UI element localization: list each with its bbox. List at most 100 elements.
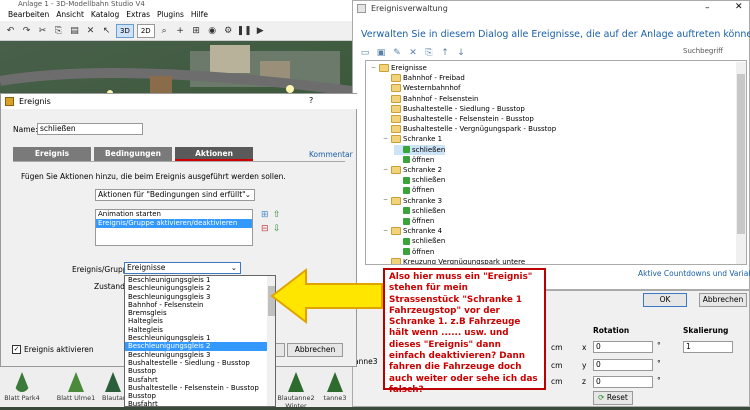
new-event-icon[interactable]: ▭ [359,47,371,59]
list-item[interactable]: Animation starten [96,210,252,219]
cursor-icon[interactable]: ↖ [100,24,113,38]
tree-item[interactable]: − Schranke 2 [382,165,442,175]
dropdown-option[interactable]: Beschleunigungsgleis 2 [125,284,275,292]
action-list[interactable]: Animation starten Ereignis/Gruppe aktivi… [95,209,253,246]
move-down-icon[interactable]: ↓ [455,47,467,59]
ok-button[interactable]: OK [643,293,687,307]
move-up-icon[interactable]: ↑ [439,47,451,59]
reset-button[interactable]: ⟳ Reset [593,391,633,405]
tree-item[interactable]: − Schranke 4 [382,226,442,236]
dropdown-option[interactable]: Bahnhof - Felsenstein [125,301,275,309]
event-tree[interactable]: − Ereignisse Bahnhof - Freibad Westernbahnh… [365,60,747,265]
paste-icon[interactable]: ▤ [68,24,81,38]
cancel-button[interactable]: Abbrechen [287,343,343,357]
new-folder-icon[interactable]: ▣ [375,47,387,59]
add-icon[interactable]: + [174,24,187,38]
close-icon[interactable]: ✕ [735,2,743,12]
remove-action-icon[interactable]: ⊟ [261,224,269,234]
dropdown-option[interactable]: Beschleunigungsgleis 1 [125,334,275,342]
tree-item[interactable]: Bahnhof - Felsenstein [382,94,479,104]
tree-item[interactable]: Kreuzung Vergnügungspark untere [382,257,525,264]
dropdown-option[interactable]: Haltegleis [125,326,275,334]
checkbox-box[interactable]: ✓ [12,345,21,354]
redo-icon[interactable]: ↷ [20,24,33,38]
dropdown-option[interactable]: Beschleunigungsgleis 3 [125,351,275,359]
list-item[interactable]: Ereignis/Gruppe aktivieren/deaktivieren [96,219,252,228]
undo-icon[interactable]: ↶ [4,24,17,38]
collapse-icon[interactable]: − [382,166,389,174]
play-icon[interactable]: ▶ [254,24,267,38]
menu-extras[interactable]: Extras [126,9,150,21]
collapse-icon[interactable]: − [370,64,377,72]
delete-event-icon[interactable]: ✕ [407,47,419,59]
action-trigger-select[interactable]: Aktionen für "Bedingungen sind erfüllt" ⌄ [95,189,255,201]
cut-icon[interactable]: ✂ [36,24,49,38]
settings-icon[interactable]: ⚙ [222,24,235,38]
tree-item[interactable]: Bahnhof - Freibad [382,73,465,83]
view-2d-button[interactable]: 2D [136,23,155,38]
tree-item[interactable]: öffnen [394,185,434,195]
catalog-item[interactable]: Blautanne2 Winter [276,366,316,410]
view-3d-button[interactable]: 3D [116,23,134,38]
tree-item[interactable]: Bushaltestelle - Felsenstein - Busstop [382,114,534,124]
rotation-x-input[interactable]: 0 [593,341,653,353]
tree-item[interactable]: − Schranke 3 [382,196,442,206]
copy-icon[interactable]: ⎘ [52,24,65,38]
menu-plugins[interactable]: Plugins [157,9,184,21]
collapse-icon[interactable]: − [382,197,389,204]
name-input[interactable]: schließen [37,123,143,135]
add-action-icon[interactable]: ⊞ [261,210,269,220]
track-icon[interactable]: ⊞ [190,24,203,38]
rotation-y-input[interactable]: 0 [593,359,653,371]
catalog-item[interactable]: Blautann [102,366,131,408]
dropdown-option[interactable]: Busfahrt [125,400,275,406]
dropdown-option[interactable]: Beschleunigungsgleis 1 [125,276,275,284]
collapse-icon[interactable]: − [382,227,389,235]
copy-event-icon[interactable]: ⎘ [423,47,435,59]
catalog-item[interactable]: Blatt Ulme1 [56,366,96,408]
collapse-icon[interactable]: − [382,135,389,143]
delete-icon[interactable]: ✕ [84,24,97,38]
menu-hilfe[interactable]: Hilfe [191,9,208,21]
dropdown-option[interactable]: Busfahrt [125,376,275,384]
move-up-icon[interactable]: ⇧ [273,210,281,220]
tree-item[interactable]: schließen [394,175,445,185]
dropdown-option[interactable]: Busstop [125,392,275,400]
tree-item[interactable]: öffnen [394,247,434,257]
menu-bearbeiten[interactable]: Bearbeiten [8,9,49,21]
tree-item[interactable]: schließen [394,144,446,155]
event-group-dropdown[interactable]: Beschleunigungsgleis 1 Beschleunigungsgle… [124,275,276,407]
countdowns-link[interactable]: Aktive Countdowns und Variablen -> [638,269,750,278]
activate-checkbox[interactable]: ✓ Ereignis aktivieren [12,345,94,354]
pause-icon[interactable]: ❚❚ [237,24,252,38]
dropdown-option[interactable]: Busstop [125,367,275,375]
tree-item[interactable]: schließen [394,206,445,216]
scale-input[interactable]: 1 [683,341,733,353]
tree-item[interactable]: Bushaltestelle - Vergnügungspark - Busst… [382,124,556,134]
catalog-item[interactable]: Blatt Park4 [2,366,42,408]
cancel-button[interactable]: Abbrechen [699,293,747,307]
tree-item[interactable]: öffnen [394,216,434,226]
tree-item[interactable]: schließen [394,236,445,246]
tab-ereignis[interactable]: Ereignis [13,147,91,161]
catalog-item[interactable]: tanne3 [318,366,352,408]
tree-item[interactable]: öffnen [394,155,434,165]
dropdown-option[interactable]: Bremsgleis [125,309,275,317]
dropdown-option[interactable]: Beschleunigungsgleis 3 [125,293,275,301]
tree-scrollbar[interactable] [736,62,746,264]
camera-icon[interactable]: ◉ [206,24,219,38]
help-button[interactable]: ? [309,96,313,105]
tree-item[interactable]: Westernbahnhof [382,83,461,93]
kommentar-link[interactable]: Kommentar [309,150,353,159]
rotation-z-input[interactable]: 0 [593,376,653,388]
move-down-icon[interactable]: ⇩ [273,224,281,234]
tab-bedingungen[interactable]: Bedingungen [94,147,172,161]
zoom-icon[interactable]: ⌕ [158,24,171,38]
minimize-icon[interactable]: – [705,3,710,13]
dropdown-option[interactable]: Bushaltestelle - Siedlung - Busstop [125,359,275,367]
dropdown-option[interactable]: Haltegleis [125,317,275,325]
tab-aktionen[interactable]: Aktionen [175,147,253,161]
tree-item[interactable]: Bushaltestelle - Siedlung - Busstop [382,104,525,114]
edit-icon[interactable]: ✎ [391,47,403,59]
dropdown-option[interactable]: Beschleunigungsgleis 2 [125,342,275,351]
